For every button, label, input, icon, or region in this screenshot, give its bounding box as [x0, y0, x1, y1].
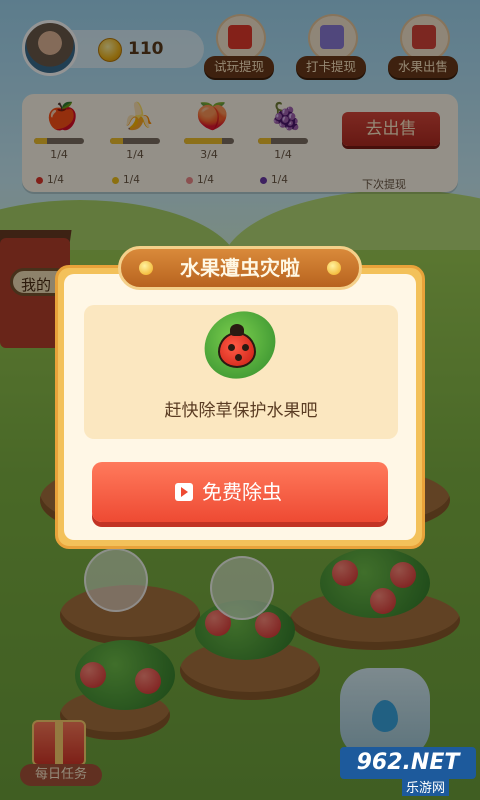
modal-title: 水果遭虫灾啦	[180, 256, 300, 280]
modal-description: 赶快除草保护水果吧	[164, 401, 318, 421]
watermark-logo: 962.NET	[340, 747, 476, 779]
cta-label: 免费除虫	[202, 480, 282, 504]
modal-title-banner: 水果遭虫灾啦	[118, 246, 362, 290]
watermark-sub: 乐游网	[402, 777, 450, 796]
video-play-icon	[175, 483, 193, 501]
spot	[242, 344, 249, 351]
spot	[235, 354, 242, 361]
spot	[228, 344, 235, 351]
ladybug-icon	[218, 324, 256, 368]
watermark: 962.NET 乐游网	[340, 747, 478, 797]
free-pest-removal-button[interactable]: 免费除虫	[92, 462, 388, 522]
